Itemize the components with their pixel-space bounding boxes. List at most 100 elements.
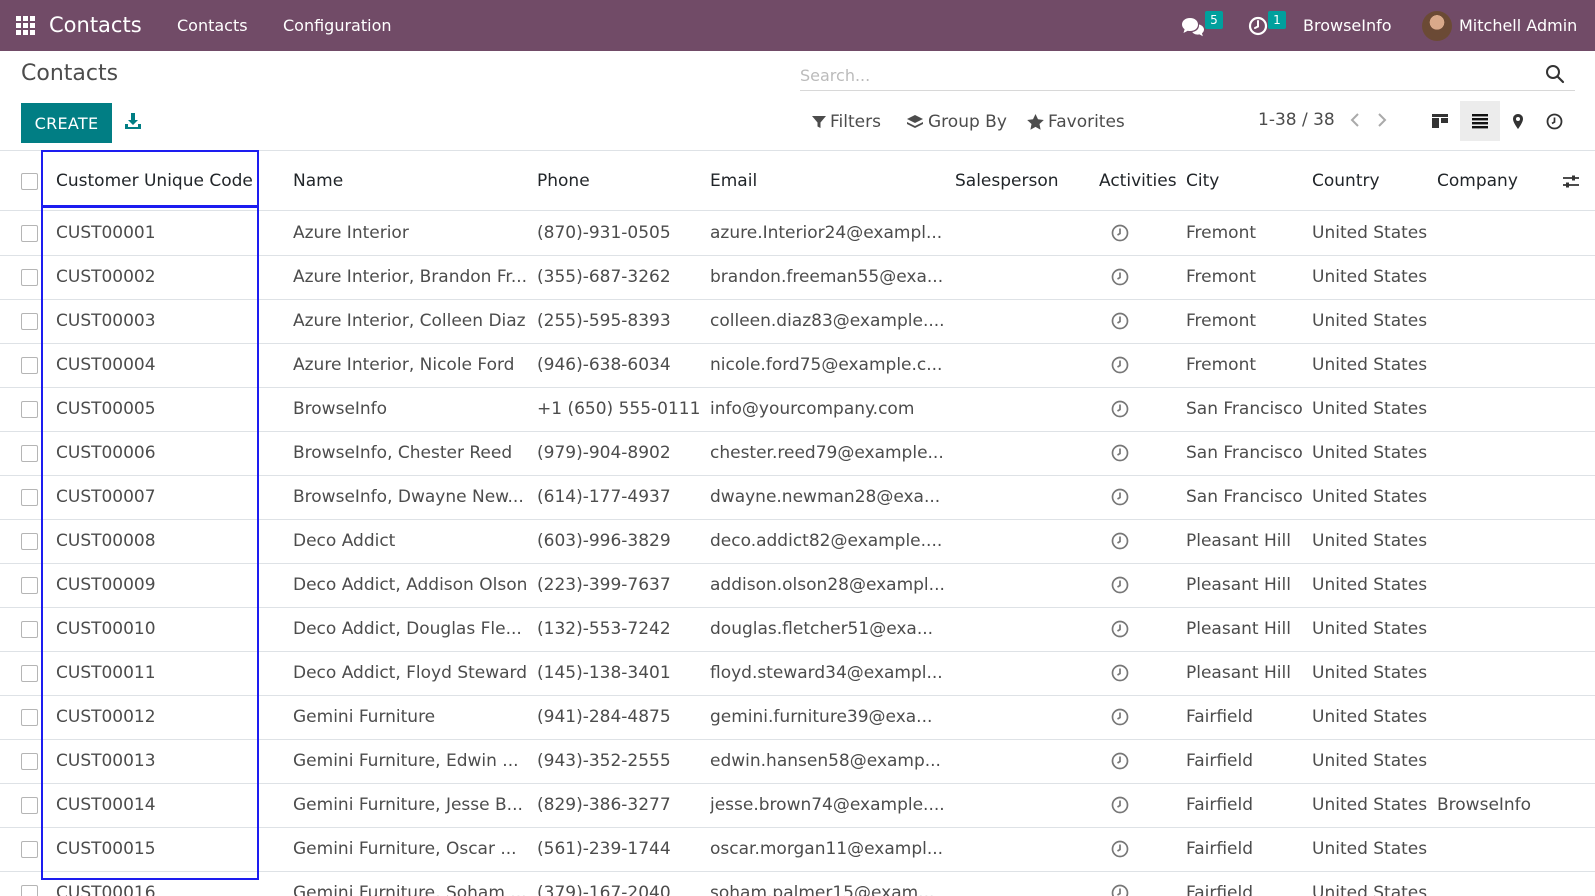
map-view-button[interactable] <box>1498 101 1538 141</box>
avatar[interactable] <box>1422 11 1452 41</box>
activity-clock-icon[interactable] <box>1111 224 1129 242</box>
row-checkbox[interactable] <box>21 357 38 374</box>
table-row[interactable]: CUST00001 Azure Interior (870)-931-0505 azu… <box>0 212 1595 256</box>
row-checkbox[interactable] <box>21 841 38 858</box>
group-by-button[interactable]: Group By <box>906 112 1007 132</box>
chat-icon[interactable] <box>1181 16 1205 38</box>
activity-clock-icon[interactable] <box>1111 400 1129 418</box>
chevron-left-icon[interactable] <box>1349 112 1361 128</box>
row-checkbox[interactable] <box>21 753 38 770</box>
table-row[interactable]: CUST00008 Deco Addict (603)-996-3829 deco.a… <box>0 520 1595 564</box>
activity-clock-icon[interactable] <box>1111 664 1129 682</box>
row-checkbox[interactable] <box>21 709 38 726</box>
download-icon[interactable] <box>124 112 142 130</box>
row-checkbox[interactable] <box>21 401 38 418</box>
cell-customer-code: CUST00015 <box>56 839 156 859</box>
table-row[interactable]: CUST00007 BrowseInfo, Dwayne New... (614)-… <box>0 476 1595 520</box>
apps-grid-icon[interactable] <box>16 16 35 35</box>
row-checkbox[interactable] <box>21 797 38 814</box>
company-switcher[interactable]: BrowseInfo <box>1303 0 1392 51</box>
row-checkbox[interactable] <box>21 269 38 286</box>
table-row[interactable]: CUST00014 Gemini Furniture, Jesse B... (82… <box>0 784 1595 828</box>
cell-city: Pleasant Hill <box>1186 575 1291 595</box>
clock-icon[interactable] <box>1248 16 1268 36</box>
row-checkbox[interactable] <box>21 665 38 682</box>
column-header-company[interactable]: Company <box>1437 151 1518 211</box>
column-header-name[interactable]: Name <box>293 151 343 211</box>
row-checkbox[interactable] <box>21 621 38 638</box>
row-checkbox[interactable] <box>21 533 38 550</box>
table-row[interactable]: CUST00003 Azure Interior, Colleen Diaz (25… <box>0 300 1595 344</box>
search-icon[interactable] <box>1545 64 1565 84</box>
row-checkbox[interactable] <box>21 489 38 506</box>
activity-clock-icon[interactable] <box>1111 840 1129 858</box>
column-header-email[interactable]: Email <box>710 151 757 211</box>
list-icon <box>1472 114 1488 129</box>
table-row[interactable]: CUST00010 Deco Addict, Douglas Fle... (132… <box>0 608 1595 652</box>
select-all-checkbox[interactable] <box>21 173 38 190</box>
table-row[interactable]: CUST00012 Gemini Furniture (941)-284-4875 g… <box>0 696 1595 740</box>
row-checkbox[interactable] <box>21 445 38 462</box>
activity-clock-icon[interactable] <box>1111 312 1129 330</box>
table-row[interactable]: CUST00015 Gemini Furniture, Oscar ... (561… <box>0 828 1595 872</box>
cell-email: deco.addict82@example.... <box>710 531 943 551</box>
app-brand[interactable]: Contacts <box>49 0 142 51</box>
activity-clock-icon[interactable] <box>1111 884 1129 896</box>
column-header-city[interactable]: City <box>1186 151 1219 211</box>
favorites-button[interactable]: Favorites <box>1027 112 1125 132</box>
column-header-activities[interactable]: Activities <box>1099 151 1177 211</box>
cell-city: Fairfield <box>1186 883 1254 896</box>
create-button[interactable]: CREATE <box>21 103 112 143</box>
activity-clock-icon[interactable] <box>1111 268 1129 286</box>
menu-contacts[interactable]: Contacts <box>177 0 248 51</box>
list-view-button[interactable] <box>1460 101 1500 141</box>
cell-name: Gemini Furniture <box>293 707 436 727</box>
pager-value[interactable]: 1-38 / 38 <box>1258 110 1335 130</box>
activity-view-button[interactable] <box>1534 101 1574 141</box>
cell-customer-code: CUST00003 <box>56 311 156 331</box>
column-header-salesperson[interactable]: Salesperson <box>955 151 1059 211</box>
activity-clock-icon[interactable] <box>1111 532 1129 550</box>
cell-customer-code: CUST00009 <box>56 575 156 595</box>
cell-customer-code: CUST00004 <box>56 355 156 375</box>
cell-customer-code: CUST00005 <box>56 399 156 419</box>
column-header-customer-unique-code[interactable]: Customer Unique Code <box>56 151 253 211</box>
table-row[interactable]: CUST00002 Azure Interior, Brandon Fr... (3… <box>0 256 1595 300</box>
activity-clock-icon[interactable] <box>1111 796 1129 814</box>
table-row[interactable]: CUST00011 Deco Addict, Floyd Steward (145)… <box>0 652 1595 696</box>
menu-configuration[interactable]: Configuration <box>283 0 392 51</box>
activity-clock-icon[interactable] <box>1111 620 1129 638</box>
activity-clock-icon[interactable] <box>1111 752 1129 770</box>
search-input[interactable] <box>800 62 1520 88</box>
cell-name: Gemini Furniture, Oscar ... <box>293 839 517 859</box>
table-row[interactable]: CUST00004 Azure Interior, Nicole Ford (946… <box>0 344 1595 388</box>
activity-clock-icon[interactable] <box>1111 708 1129 726</box>
cell-country: United States <box>1312 707 1428 727</box>
table-row[interactable]: CUST00013 Gemini Furniture, Edwin ... (943… <box>0 740 1595 784</box>
column-header-phone[interactable]: Phone <box>537 151 590 211</box>
filter-icon <box>812 116 826 128</box>
cell-phone: (379)-167-2040 <box>537 883 671 896</box>
activity-clock-icon[interactable] <box>1111 356 1129 374</box>
table-row[interactable]: CUST00016 Gemini Furniture, Soham ... (379… <box>0 872 1595 896</box>
user-menu[interactable]: Mitchell Admin <box>1459 0 1577 51</box>
row-checkbox[interactable] <box>21 885 38 896</box>
cell-country: United States <box>1312 531 1428 551</box>
table-row[interactable]: CUST00005 BrowseInfo +1 (650) 555-0111 info… <box>0 388 1595 432</box>
filters-button[interactable]: Filters <box>812 112 881 132</box>
kanban-view-button[interactable] <box>1420 101 1460 141</box>
row-checkbox[interactable] <box>21 577 38 594</box>
contacts-table: Customer Unique Code Name Phone Email Sa… <box>0 150 1595 896</box>
table-row[interactable]: CUST00009 Deco Addict, Addison Olson (223)… <box>0 564 1595 608</box>
activity-clock-icon[interactable] <box>1111 576 1129 594</box>
column-header-country[interactable]: Country <box>1312 151 1380 211</box>
cell-email: floyd.steward34@exampl... <box>710 663 943 683</box>
row-checkbox[interactable] <box>21 225 38 242</box>
activity-clock-icon[interactable] <box>1111 488 1129 506</box>
table-row[interactable]: CUST00006 BrowseInfo, Chester Reed (979)-9… <box>0 432 1595 476</box>
chevron-right-icon[interactable] <box>1376 112 1388 128</box>
optional-columns-icon[interactable] <box>1562 173 1580 191</box>
cell-country: United States <box>1312 575 1428 595</box>
row-checkbox[interactable] <box>21 313 38 330</box>
activity-clock-icon[interactable] <box>1111 444 1129 462</box>
